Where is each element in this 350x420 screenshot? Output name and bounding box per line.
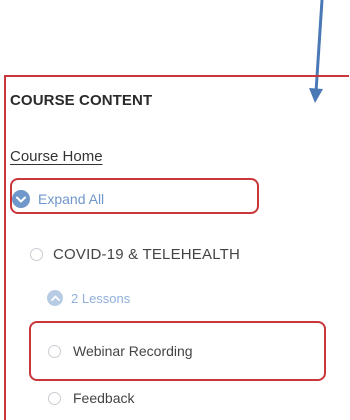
topic-status-icon <box>30 248 43 261</box>
topic-label: COVID-19 & TELEHEALTH <box>53 246 241 263</box>
expand-all-label: Expand All <box>38 191 105 207</box>
chevron-up-icon <box>47 290 63 306</box>
lesson-status-icon <box>48 344 61 358</box>
lesson-label: Webinar Recording <box>73 343 193 359</box>
topic-item-covid-telehealth[interactable]: COVID-19 & TELEHEALTH <box>30 246 240 263</box>
lesson-item-feedback[interactable]: Feedback <box>48 390 134 406</box>
lesson-status-icon <box>48 391 61 405</box>
course-home-link[interactable]: Course Home <box>10 148 103 165</box>
lesson-item-webinar-recording[interactable]: Webinar Recording <box>48 343 193 359</box>
course-content-heading: COURSE CONTENT <box>10 92 153 109</box>
lesson-label: Feedback <box>73 390 135 406</box>
chevron-down-icon <box>12 190 30 208</box>
lessons-count-label: 2 Lessons <box>71 290 131 306</box>
expand-all-button[interactable]: Expand All <box>12 184 104 214</box>
lessons-toggle-button[interactable]: 2 Lessons <box>47 290 130 306</box>
